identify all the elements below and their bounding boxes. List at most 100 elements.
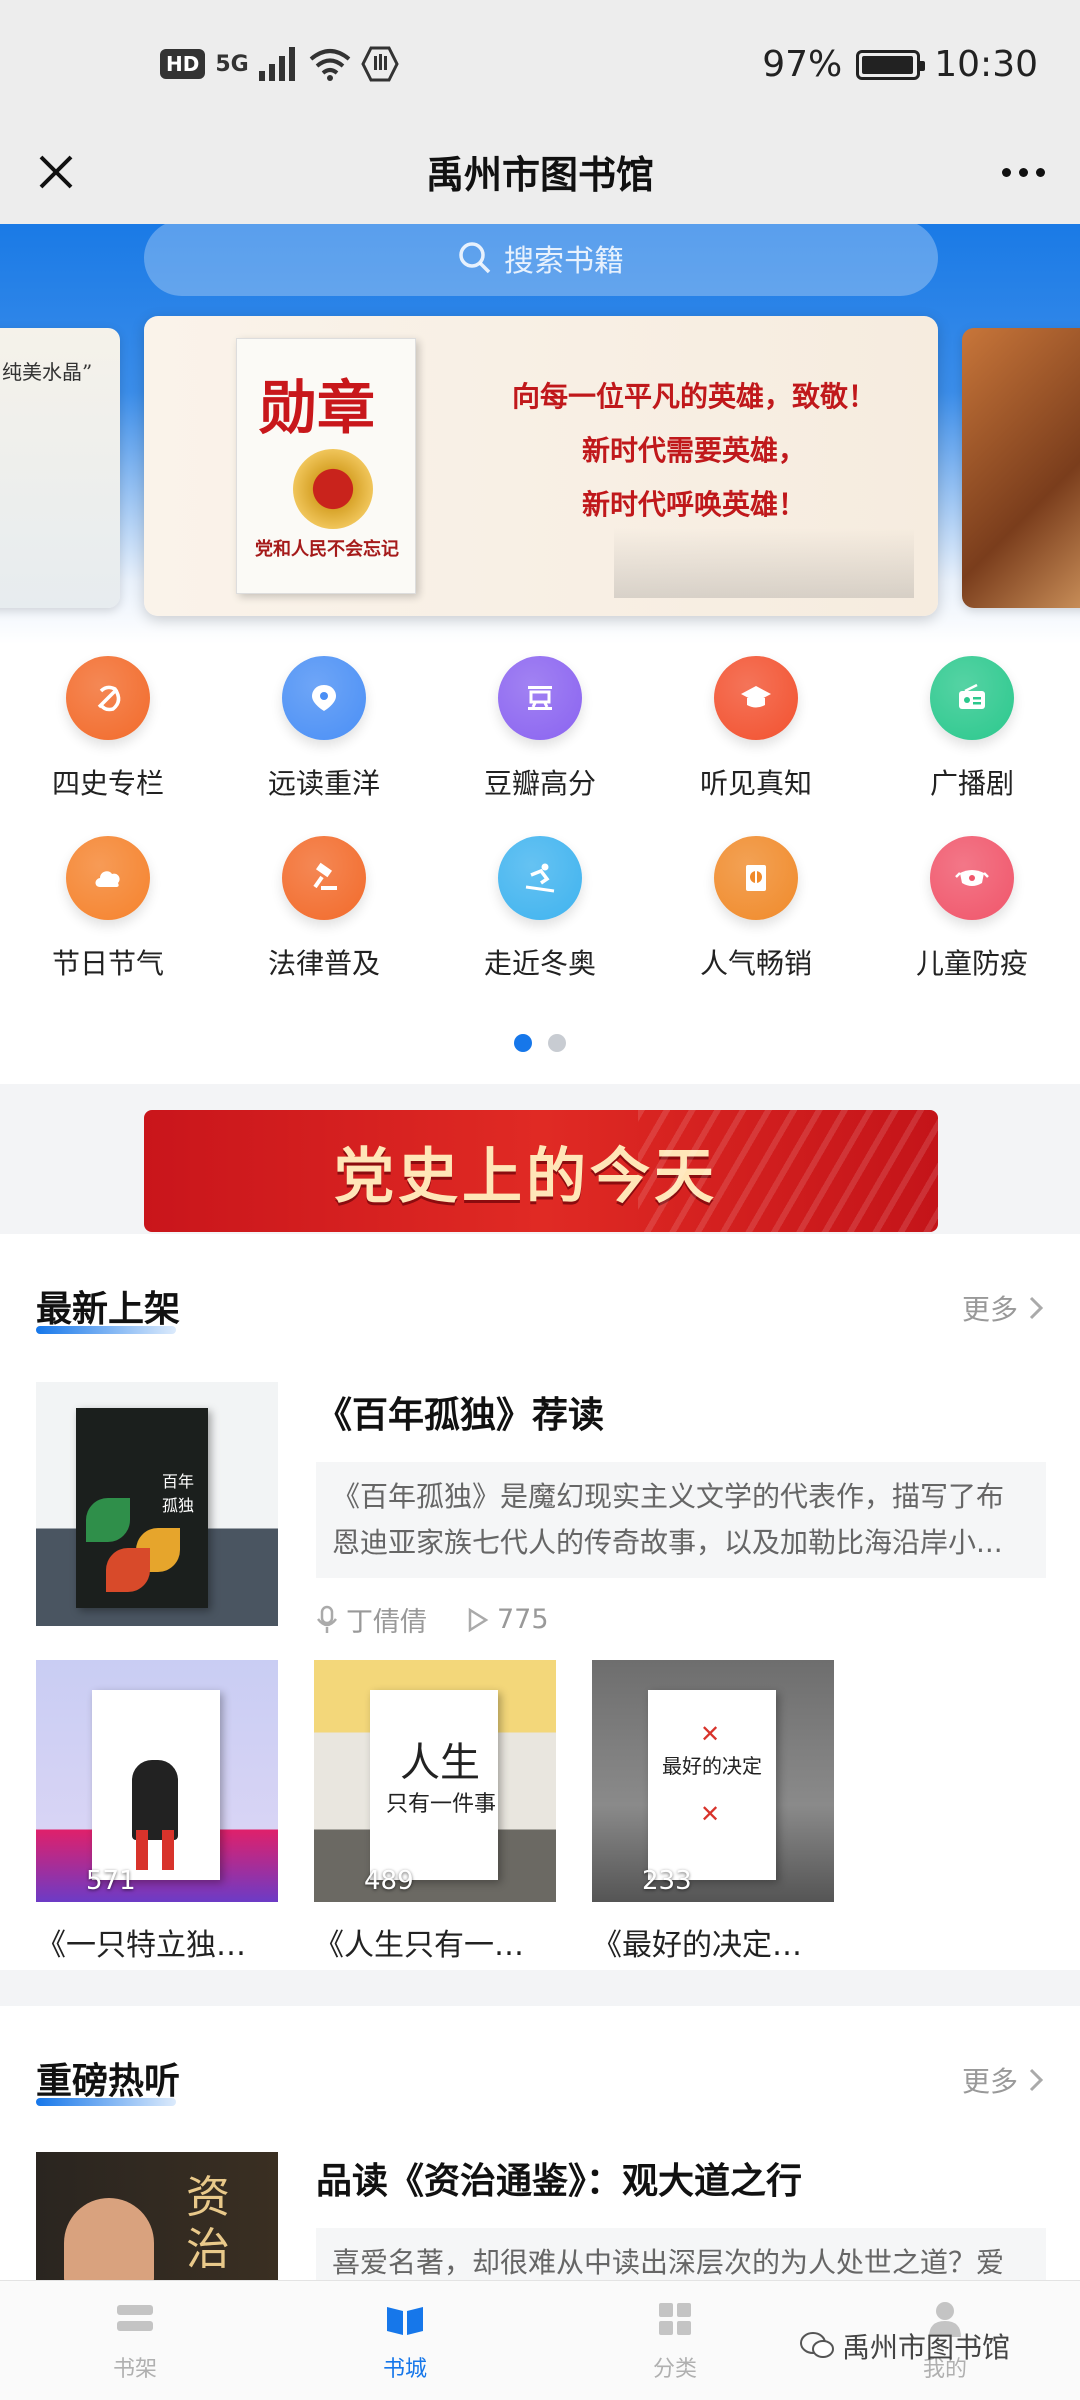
watermark: 禹州市图书馆 (800, 2326, 1010, 2366)
more-link[interactable]: 更多 (962, 2060, 1044, 2100)
chevron-right-icon (1029, 1296, 1044, 1320)
hand-icon (361, 46, 399, 82)
tab-open-book[interactable]: 书城 (270, 2281, 540, 2400)
book-cover-image: 最好的决定 ✕ ✕ (648, 1690, 776, 1880)
featured-audio-info: 品读《资治通鉴》：观大道之行 喜爱名著，却很难从中读出深层次的为人处世之道？爱 (316, 2152, 1046, 2298)
hero-section: 搜索书籍 纯美水晶” 勋章 党和人民不会忘记 向每一位平凡的英雄，致敬！ 新时代… (0, 224, 1080, 644)
banner-slogan: 向每一位平凡的英雄，致敬！ 新时代需要英雄， 新时代呼唤英雄！ (474, 370, 914, 532)
section-header: 重磅热听 更多 (36, 2052, 1044, 2108)
city-silhouette (614, 528, 914, 598)
book-title: 《最好的决定… (592, 1928, 802, 1963)
page-dot[interactable] (548, 1034, 566, 1052)
grid-icon (653, 2299, 697, 2343)
open-book-icon (383, 2299, 427, 2343)
section-header: 最新上架 更多 (36, 1280, 1044, 1336)
listen-count: 571 (86, 1866, 136, 1896)
category-label: 节日节气 (51, 947, 164, 980)
category-item[interactable]: 远读重洋 (216, 656, 432, 802)
chevron-right-icon (1029, 2068, 1044, 2092)
map-pin-icon (282, 656, 366, 740)
medal-icon (293, 449, 373, 529)
hot-audio-section: 重磅热听 更多 资治通鉴 品读《资治通鉴》：观大道之行 喜爱名著，却很难从中读出… (0, 2006, 1080, 2352)
book-cover-subtitle: 党和人民不会忘记 (255, 539, 399, 560)
tab-grid[interactable]: 分类 (540, 2281, 810, 2400)
category-item[interactable]: 节日节气 (0, 836, 216, 982)
category-item[interactable]: 四史专栏 (0, 656, 216, 802)
section-title: 最新上架 (36, 1280, 180, 1334)
douban-icon (498, 656, 582, 740)
narrator-name: 丁倩倩 (346, 1607, 427, 1638)
status-right: 97% 10:30 (762, 44, 1038, 85)
featured-book-description: 《百年孤独》是魔幻现实主义文学的代表作，描写了布恩迪亚家族七代人的传奇故事，以及… (316, 1462, 1046, 1578)
party-emblem-icon (66, 656, 150, 740)
promo-banner[interactable]: 党史上的今天 (144, 1110, 938, 1232)
hd-badge: HD (160, 49, 206, 79)
book-cover-title: 勋章 (259, 374, 376, 442)
book-icon (714, 836, 798, 920)
book-card[interactable]: 人生 只有一件事 489 《人生只有一… (314, 1660, 556, 1964)
narrator: 丁倩倩 (316, 1600, 427, 1639)
page-dot[interactable] (514, 1034, 532, 1052)
listen-count: 233 (642, 1866, 692, 1896)
slide-text: 纯美水晶” (2, 360, 93, 384)
slogan-line: 向每一位平凡的英雄，致敬！ (511, 380, 876, 413)
battery-icon (856, 49, 926, 80)
more-button[interactable] (988, 142, 1058, 202)
category-item[interactable]: 听见真知 (648, 656, 864, 802)
search-bar[interactable]: 搜索书籍 (144, 224, 938, 296)
book-list: 571 《一只特立独… 人生 只有一件事 489 《人生只有一… 最好的决定 ✕… (36, 1660, 834, 1964)
category-item[interactable]: 人气畅销 (648, 836, 864, 982)
featured-book-title: 《百年孤独》荐读 (316, 1395, 605, 1436)
category-item[interactable]: 广播剧 (864, 656, 1080, 802)
category-item[interactable]: 儿童防疫 (864, 836, 1080, 982)
category-label: 法律普及 (267, 947, 380, 980)
featured-book-info: 《百年孤独》荐读 《百年孤独》是魔幻现实主义文学的代表作，描写了布恩迪亚家族七代… (316, 1382, 1046, 1639)
category-label: 听见真知 (699, 767, 812, 800)
gavel-icon (282, 836, 366, 920)
book-cover-image: 勋章 党和人民不会忘记 (236, 338, 416, 594)
tab-bookshelf[interactable]: 书架 (0, 2281, 270, 2400)
bookshelf-icon (113, 2299, 157, 2343)
category-label: 广播剧 (929, 767, 1014, 800)
category-item[interactable]: 走近冬奥 (432, 836, 648, 982)
battery-percent: 97% (762, 44, 843, 85)
page-title: 禹州市图书馆 (425, 153, 654, 197)
play-icon (468, 1607, 489, 1632)
status-icons: HD 5G (160, 46, 399, 82)
play-count: 775 (467, 1604, 549, 1635)
section-title: 重磅热听 (36, 2052, 180, 2106)
skiing-icon (498, 836, 582, 920)
book-cover-image: 百年孤独 (76, 1408, 208, 1608)
promo-section: 党史上的今天 (0, 1098, 1080, 1234)
new-arrivals-section: 最新上架 更多 百年孤独 《百年孤独》荐读 《百年孤独》是魔幻现实主义文学的代表… (0, 1234, 1080, 1970)
clock: 10:30 (934, 44, 1038, 85)
featured-book-meta: 丁倩倩 775 (316, 1600, 1046, 1639)
book-card[interactable]: 571 《一只特立独… (36, 1660, 278, 1964)
category-grid: 四史专栏 远读重洋 豆瓣高分 听见真知 广播剧节日节气 法律普及 走近冬奥 人气畅销 儿童防疫 (0, 656, 1080, 982)
category-label: 人气畅销 (699, 947, 812, 980)
book-thumb: 571 (36, 1660, 278, 1902)
featured-audio-title: 品读《资治通鉴》：观大道之行 (316, 2161, 803, 2202)
tab-label: 书架 (112, 2357, 157, 2382)
featured-book-cover: 百年孤独 (36, 1382, 278, 1626)
book-thumb: 人生 只有一件事 489 (314, 1660, 556, 1902)
more-link[interactable]: 更多 (962, 1288, 1044, 1328)
category-item[interactable]: 法律普及 (216, 836, 432, 982)
slogan-line: 新时代需要英雄， (581, 434, 806, 467)
category-label: 儿童防疫 (915, 947, 1028, 980)
category-item[interactable]: 豆瓣高分 (432, 656, 648, 802)
more-link-label: 更多 (961, 2065, 1018, 2098)
book-cover-image: 人生 只有一件事 (370, 1690, 498, 1880)
book-card[interactable]: 最好的决定 ✕ ✕ 233 《最好的决定… (592, 1660, 834, 1964)
signal-icon (258, 47, 295, 81)
wechat-icon (800, 2332, 834, 2358)
category-grid-section: 四史专栏 远读重洋 豆瓣高分 听见真知 广播剧节日节气 法律普及 走近冬奥 人气畅销 儿童防疫 (0, 644, 1080, 1084)
listen-count: 489 (364, 1866, 414, 1896)
featured-book[interactable]: 百年孤独 《百年孤独》荐读 《百年孤独》是魔幻现实主义文学的代表作，描写了布恩迪… (36, 1382, 1046, 1638)
carousel-prev-slide[interactable]: 纯美水晶” (0, 328, 120, 608)
play-count-value: 775 (497, 1604, 549, 1635)
search-placeholder: 搜索书籍 (504, 244, 624, 279)
carousel-next-slide[interactable] (962, 328, 1080, 608)
category-label: 走近冬奥 (483, 947, 596, 980)
carousel-slide[interactable]: 勋章 党和人民不会忘记 向每一位平凡的英雄，致敬！ 新时代需要英雄， 新时代呼唤… (144, 316, 938, 616)
